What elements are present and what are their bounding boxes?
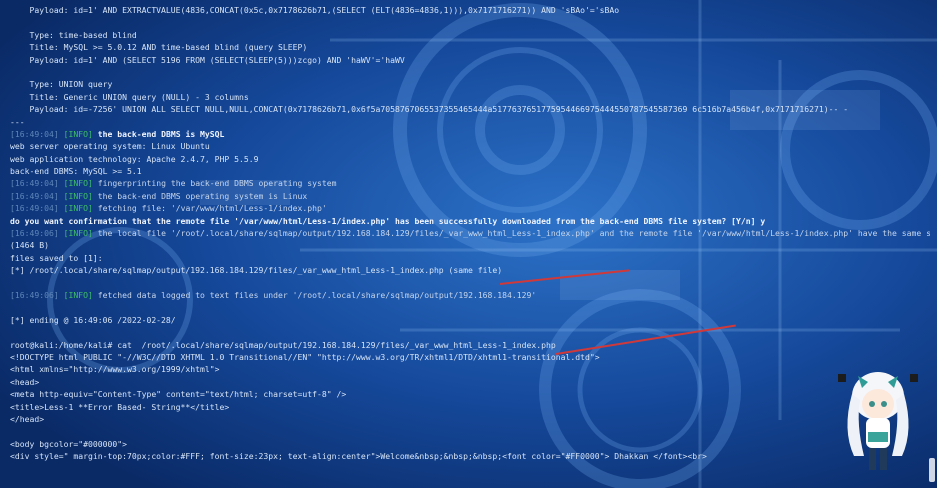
terminal-line: Payload: id=-7256' UNION ALL SELECT NULL… bbox=[10, 103, 930, 115]
terminal-line: <title>Less-1 **Error Based- String**</t… bbox=[10, 401, 930, 413]
log-message: fetching file: '/var/www/html/Less-1/ind… bbox=[92, 203, 327, 214]
anime-mascot-icon bbox=[838, 372, 918, 470]
terminal-line: web server operating system: Linux Ubunt… bbox=[10, 140, 930, 152]
terminal-line: root@kali:/home/kali# cat /root/.local/s… bbox=[10, 339, 930, 351]
terminal-text: web server operating system: Linux Ubunt… bbox=[10, 141, 210, 152]
terminal-text: root@kali:/home/kali# cat /root/.local/s… bbox=[10, 339, 556, 350]
terminal-text: [*] ending @ 16:49:06 /2022-02-28/ bbox=[10, 314, 176, 325]
terminal-line: files saved to [1]: bbox=[10, 252, 930, 264]
terminal-line: Title: Generic UNION query (NULL) - 3 co… bbox=[10, 91, 930, 103]
terminal-line: [16:49:06] [INFO] fetched data logged to… bbox=[10, 289, 930, 301]
terminal-text: [*] /root/.local/share/sqlmap/output/192… bbox=[10, 265, 503, 276]
terminal-line: --- bbox=[10, 116, 930, 128]
log-timestamp: [16:49:04] bbox=[10, 178, 59, 189]
log-timestamp: [16:49:06] bbox=[10, 289, 59, 300]
terminal-line: Type: time-based blind bbox=[10, 29, 930, 41]
terminal-text: <head> bbox=[10, 376, 40, 387]
terminal-text: do you want confirmation that the remote… bbox=[10, 215, 766, 226]
terminal-line: [16:49:04] [INFO] the back-end DBMS oper… bbox=[10, 190, 930, 202]
terminal-text: Title: MySQL >= 5.0.12 AND time-based bl… bbox=[10, 42, 308, 53]
terminal-line: web application technology: Apache 2.4.7… bbox=[10, 153, 930, 165]
terminal-text: Title: Generic UNION query (NULL) - 3 co… bbox=[10, 91, 249, 102]
terminal-line: (1464 B) bbox=[10, 239, 930, 251]
terminal-text: files saved to [1]: bbox=[10, 252, 103, 263]
log-level-tag: [INFO] bbox=[63, 178, 93, 189]
terminal-text: web application technology: Apache 2.4.7… bbox=[10, 153, 259, 164]
log-timestamp: [16:49:04] bbox=[10, 203, 59, 214]
terminal-text: Payload: id=-7256' UNION ALL SELECT NULL… bbox=[10, 104, 849, 115]
log-message: the local file '/root/.local/share/sqlma… bbox=[92, 228, 930, 239]
log-message: the back-end DBMS is MySQL bbox=[92, 128, 225, 139]
terminal-line: <head> bbox=[10, 376, 930, 388]
terminal-text: --- bbox=[10, 116, 25, 127]
log-level-tag: [INFO] bbox=[63, 203, 93, 214]
terminal-text: Payload: id=1' AND EXTRACTVALUE(4836,CON… bbox=[10, 5, 620, 15]
log-timestamp: [16:49:04] bbox=[10, 128, 59, 139]
terminal-text: </head> bbox=[10, 413, 45, 424]
log-timestamp: [16:49:04] bbox=[10, 190, 59, 201]
terminal-line: [*] ending @ 16:49:06 /2022-02-28/ bbox=[10, 314, 930, 326]
terminal-text: <!DOCTYPE html PUBLIC "-//W3C//DTD XHTML… bbox=[10, 351, 600, 362]
terminal-output[interactable]: Payload: id=1' AND EXTRACTVALUE(4836,CON… bbox=[10, 4, 930, 488]
terminal-text: <meta http-equiv="Content-Type" content=… bbox=[10, 389, 347, 400]
terminal-text: Payload: id=1' AND (SELECT 5196 FROM (SE… bbox=[10, 54, 405, 65]
terminal-line: Payload: id=1' AND (SELECT 5196 FROM (SE… bbox=[10, 54, 930, 66]
terminal-line: [*] /root/.local/share/sqlmap/output/192… bbox=[10, 264, 930, 276]
terminal-text: (1464 B) bbox=[10, 240, 49, 251]
log-message: the back-end DBMS operating system is Li… bbox=[92, 190, 308, 201]
log-message: fetched data logged to text files under … bbox=[92, 289, 537, 300]
terminal-line: [16:49:04] [INFO] the back-end DBMS is M… bbox=[10, 128, 930, 140]
log-level-tag: [INFO] bbox=[63, 228, 93, 239]
terminal-line: do you want confirmation that the remote… bbox=[10, 215, 930, 227]
terminal-line: back-end DBMS: MySQL >= 5.1 bbox=[10, 165, 930, 177]
terminal-text: <body bgcolor="#000000"> bbox=[10, 438, 127, 449]
terminal-line: <!DOCTYPE html PUBLIC "-//W3C//DTD XHTML… bbox=[10, 351, 930, 363]
terminal-line: <body bgcolor="#000000"> bbox=[10, 438, 930, 450]
terminal-line: Title: MySQL >= 5.0.12 AND time-based bl… bbox=[10, 41, 930, 53]
terminal-line: </head> bbox=[10, 413, 930, 425]
log-message: fingerprinting the back-end DBMS operati… bbox=[92, 178, 337, 189]
terminal-text: Type: UNION query bbox=[10, 79, 113, 90]
terminal-line: <html xmlns="http://www.w3.org/1999/xhtm… bbox=[10, 363, 930, 375]
log-level-tag: [INFO] bbox=[63, 190, 93, 201]
terminal-text: back-end DBMS: MySQL >= 5.1 bbox=[10, 166, 142, 177]
terminal-text: <title>Less-1 **Error Based- String**</t… bbox=[10, 401, 230, 412]
terminal-line: [16:49:06] [INFO] the local file '/root/… bbox=[10, 227, 930, 239]
terminal-text: <html xmlns="http://www.w3.org/1999/xhtm… bbox=[10, 364, 220, 375]
terminal-line: <div style=" margin-top:70px;color:#FFF;… bbox=[10, 450, 930, 462]
terminal-text: <div style=" margin-top:70px;color:#FFF;… bbox=[10, 451, 707, 462]
terminal-text: Type: time-based blind bbox=[10, 29, 137, 40]
terminal-line: <meta http-equiv="Content-Type" content=… bbox=[10, 388, 930, 400]
terminal-line: Type: UNION query bbox=[10, 78, 930, 90]
terminal-line: [16:49:04] [INFO] fetching file: '/var/w… bbox=[10, 202, 930, 214]
log-timestamp: [16:49:06] bbox=[10, 228, 59, 239]
terminal-line: [16:49:04] [INFO] fingerprinting the bac… bbox=[10, 177, 930, 189]
log-level-tag: [INFO] bbox=[63, 289, 93, 300]
scrollbar-thumb[interactable] bbox=[929, 458, 935, 482]
terminal-line: Payload: id=1' AND EXTRACTVALUE(4836,CON… bbox=[10, 4, 930, 16]
log-level-tag: [INFO] bbox=[63, 128, 93, 139]
